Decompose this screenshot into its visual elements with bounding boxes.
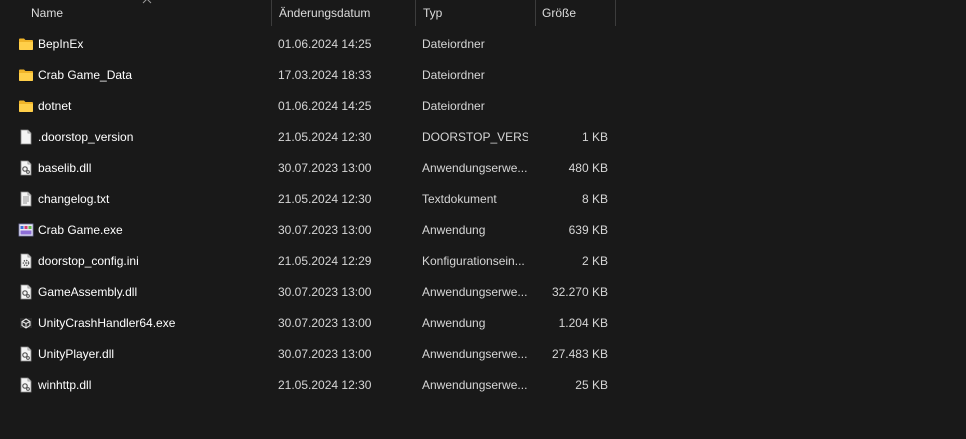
file-row[interactable]: changelog.txt 21.05.2024 12:30 Textdokumen… (0, 184, 616, 215)
file-modified-date: 21.05.2024 12:30 (278, 192, 372, 206)
file-modified-date: 30.07.2023 13:00 (278, 347, 372, 361)
file-size: 25 KB (575, 378, 608, 392)
file-name: Crab Game.exe (38, 223, 123, 237)
config-file-icon (18, 253, 34, 269)
file-size: 639 KB (568, 223, 608, 237)
file-type: Anwendung (422, 223, 486, 237)
file-type: Dateiordner (422, 37, 485, 51)
file-type: Anwendungserwe... (422, 347, 528, 361)
file-modified-date: 30.07.2023 13:00 (278, 316, 372, 330)
file-list: BepInEx 01.06.2024 14:25 Dateiordner Crab G… (0, 29, 966, 401)
file-type: Dateiordner (422, 99, 485, 113)
file-row[interactable]: winhttp.dll 21.05.2024 12:30 Anwendungserw… (0, 370, 616, 401)
file-row[interactable]: Crab Game.exe 30.07.2023 13:00 Anwendung 63… (0, 215, 616, 246)
file-size (536, 29, 608, 60)
file-row[interactable]: .doorstop_version 21.05.2024 12:30 DOORSTO… (0, 122, 616, 153)
file-row[interactable]: Crab Game_Data 17.03.2024 18:33 Dateiordne… (0, 60, 616, 91)
file-modified-date: 01.06.2024 14:25 (278, 99, 372, 113)
file-name: UnityPlayer.dll (38, 347, 115, 361)
file-type: Textdokument (422, 192, 497, 206)
file-modified-date: 21.05.2024 12:30 (278, 378, 372, 392)
file-name: doorstop_config.ini (38, 254, 139, 268)
column-divider[interactable] (615, 0, 616, 26)
folder-icon (18, 36, 34, 52)
dll-icon (18, 377, 34, 393)
file-type: Dateiordner (422, 68, 485, 82)
file-size: 1 KB (581, 130, 608, 144)
file-modified-date: 30.07.2023 13:00 (278, 223, 372, 237)
dll-icon (18, 160, 34, 176)
file-size: 1.204 KB (558, 316, 608, 330)
folder-icon (18, 67, 34, 83)
file-row[interactable]: doorstop_config.ini 21.05.2024 12:29 Konfi… (0, 246, 616, 277)
file-type: Anwendungserwe... (422, 378, 528, 392)
file-type: DOORSTOP_VERSI... (422, 130, 528, 144)
file-type: Anwendungserwe... (422, 285, 528, 299)
file-size (536, 60, 608, 91)
file-size (536, 91, 608, 122)
app-icon (18, 222, 34, 238)
file-row[interactable]: dotnet 01.06.2024 14:25 Dateiordner (0, 91, 616, 122)
file-type: Konfigurationsein... (422, 254, 525, 268)
file-size: 27.483 KB (551, 347, 608, 361)
file-row[interactable]: UnityCrashHandler64.exe 30.07.2023 13:00 A… (0, 308, 616, 339)
folder-icon (18, 98, 34, 114)
file-modified-date: 01.06.2024 14:25 (278, 37, 372, 51)
column-header-date[interactable]: Änderungsdatum (272, 0, 415, 26)
file-name: dotnet (38, 99, 72, 113)
column-header-size[interactable]: Größe (535, 0, 615, 26)
file-name: changelog.txt (38, 192, 110, 206)
file-name: GameAssembly.dll (38, 285, 138, 299)
column-header-type[interactable]: Typ (416, 0, 535, 26)
file-name: UnityCrashHandler64.exe (38, 316, 176, 330)
file-name: winhttp.dll (38, 378, 92, 392)
file-name: baselib.dll (38, 161, 92, 175)
file-type: Anwendungserwe... (422, 161, 528, 175)
file-modified-date: 30.07.2023 13:00 (278, 161, 372, 175)
file-name: BepInEx (38, 37, 84, 51)
file-name: .doorstop_version (38, 130, 134, 144)
file-size: 8 KB (581, 192, 608, 206)
text-file-icon (18, 191, 34, 207)
file-row[interactable]: GameAssembly.dll 30.07.2023 13:00 Anwendun… (0, 277, 616, 308)
file-modified-date: 17.03.2024 18:33 (278, 68, 372, 82)
file-size: 32.270 KB (551, 285, 608, 299)
dll-icon (18, 346, 34, 362)
file-row[interactable]: UnityPlayer.dll 30.07.2023 13:00 Anwendung… (0, 339, 616, 370)
column-header-name[interactable]: Name (24, 0, 271, 26)
file-modified-date: 30.07.2023 13:00 (278, 285, 372, 299)
file-modified-date: 21.05.2024 12:30 (278, 130, 372, 144)
file-icon (18, 129, 34, 145)
unity-exe-icon (18, 315, 34, 331)
file-type: Anwendung (422, 316, 486, 330)
file-size: 480 KB (568, 161, 608, 175)
dll-icon (18, 284, 34, 300)
file-name: Crab Game_Data (38, 68, 133, 82)
file-row[interactable]: baselib.dll 30.07.2023 13:00 Anwendungserw… (0, 153, 616, 184)
file-size: 2 KB (581, 254, 608, 268)
file-row[interactable]: BepInEx 01.06.2024 14:25 Dateiordner (0, 29, 616, 60)
file-modified-date: 21.05.2024 12:29 (278, 254, 372, 268)
column-header-bar: Name Änderungsdatum Typ Größe (0, 0, 966, 26)
